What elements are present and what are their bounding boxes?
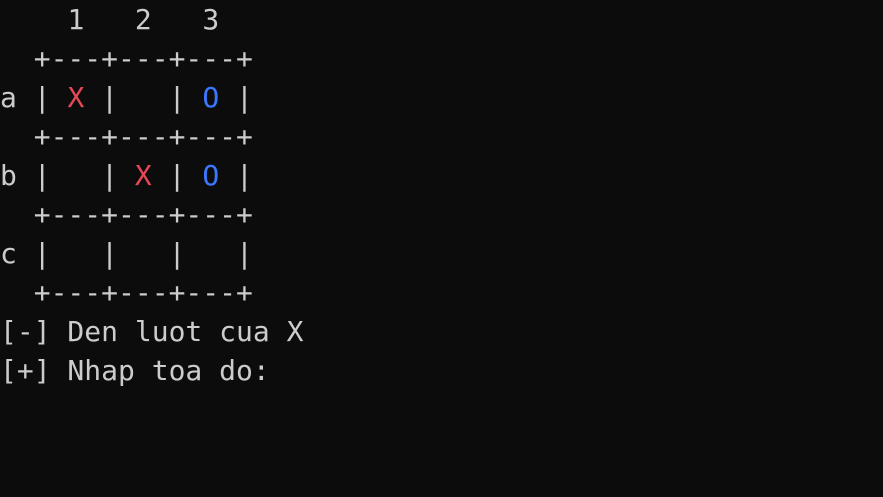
turn-prompt: [-] Den luot cua X bbox=[0, 315, 304, 348]
cell-c2 bbox=[135, 237, 152, 270]
board-separator: +---+---+---+ bbox=[33, 42, 253, 75]
column-header-2: 2 bbox=[134, 3, 152, 36]
turn-status-line: [-] Den luot cua X bbox=[0, 312, 303, 351]
board-separator-bc: +---+---+---+ bbox=[0, 195, 303, 234]
row-label-b: b bbox=[0, 159, 17, 192]
column-header-1: 1 bbox=[67, 3, 85, 36]
column-header-row: 1 2 3 bbox=[0, 0, 303, 39]
cell-a3: O bbox=[202, 81, 220, 114]
cell-c3 bbox=[202, 237, 219, 270]
coordinate-input-line[interactable]: [+] Nhap toa do: bbox=[0, 351, 303, 390]
cell-c1 bbox=[67, 237, 84, 270]
row-label-a: a bbox=[0, 81, 17, 114]
column-header-3: 3 bbox=[202, 3, 220, 36]
board-border-top: +---+---+---+ bbox=[0, 39, 303, 78]
terminal-output: 1 2 3 +---+---+---+ a | X | | O | +---+--… bbox=[0, 0, 303, 390]
row-label-c: c bbox=[0, 237, 17, 270]
cell-a1: X bbox=[67, 81, 85, 114]
board-row-c: c | | | | bbox=[0, 237, 253, 270]
board-row-b: b | | X | O | bbox=[0, 159, 253, 192]
cell-b1 bbox=[67, 159, 84, 192]
cell-a2 bbox=[135, 81, 152, 114]
board-separator: +---+---+---+ bbox=[33, 198, 253, 231]
board-separator-ab: +---+---+---+ bbox=[0, 117, 303, 156]
cell-b2: X bbox=[134, 159, 152, 192]
board-separator: +---+---+---+ bbox=[33, 276, 253, 309]
board-separator: +---+---+---+ bbox=[33, 120, 253, 153]
board-row-a: a | X | | O | bbox=[0, 81, 253, 114]
cell-b3: O bbox=[202, 159, 220, 192]
input-prompt: [+] Nhap toa do: bbox=[0, 354, 270, 387]
board-border-bottom: +---+---+---+ bbox=[0, 273, 303, 312]
